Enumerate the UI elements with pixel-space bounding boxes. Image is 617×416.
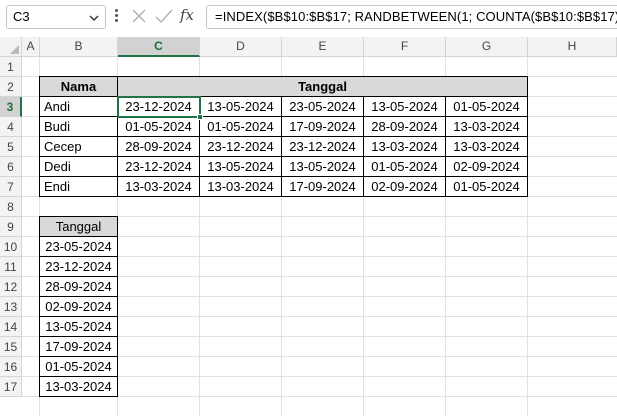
row-header-16[interactable]: 16 <box>0 357 22 377</box>
column-header-d[interactable]: D <box>200 37 282 57</box>
cell-f3-date[interactable]: 13-05-2024 <box>363 96 446 117</box>
row-header-7[interactable]: 7 <box>0 177 22 197</box>
cell-b7-name[interactable]: Endi <box>39 176 118 197</box>
cell-b9-header-tanggal[interactable]: Tanggal <box>39 216 118 237</box>
cell-e5-date[interactable]: 23-12-2024 <box>281 136 364 157</box>
cell-g4-date[interactable]: 13-03-2024 <box>445 116 528 137</box>
cell-d7-date[interactable]: 13-03-2024 <box>199 176 282 197</box>
cell-c6-date[interactable]: 23-12-2024 <box>117 156 200 177</box>
cell-c2-header-tanggal[interactable]: Tanggal <box>117 76 528 97</box>
cell-f7-date[interactable]: 02-09-2024 <box>363 176 446 197</box>
cell-f6-date[interactable]: 01-05-2024 <box>363 156 446 177</box>
cell-d6-date[interactable]: 13-05-2024 <box>199 156 282 177</box>
row-header-11[interactable]: 11 <box>0 257 22 277</box>
name-box-value: C3 <box>13 9 30 24</box>
cell-b13-date[interactable]: 02-09-2024 <box>39 296 118 317</box>
cell-c4-date[interactable]: 01-05-2024 <box>117 116 200 137</box>
fill-handle[interactable] <box>197 114 203 120</box>
cell-d3-date[interactable]: 13-05-2024 <box>199 96 282 117</box>
row-header-6[interactable]: 6 <box>0 157 22 177</box>
cell-c7-date[interactable]: 13-03-2024 <box>117 176 200 197</box>
cell-b15-date[interactable]: 17-09-2024 <box>39 336 118 357</box>
row-header-10[interactable]: 10 <box>0 237 22 257</box>
column-header-h[interactable]: H <box>528 37 617 57</box>
cell-b5-name[interactable]: Cecep <box>39 136 118 157</box>
row-header-14[interactable]: 14 <box>0 317 22 337</box>
cell-g3-date[interactable]: 01-05-2024 <box>445 96 528 117</box>
select-all-corner[interactable] <box>0 37 22 57</box>
cell-d5-date[interactable]: 23-12-2024 <box>199 136 282 157</box>
chevron-down-icon[interactable] <box>89 14 99 22</box>
cell-b12-date[interactable]: 28-09-2024 <box>39 276 118 297</box>
cell-g5-date[interactable]: 13-03-2024 <box>445 136 528 157</box>
cancel-icon[interactable] <box>131 8 147 24</box>
column-header-e[interactable]: E <box>282 37 364 57</box>
cell-e7-date[interactable]: 17-09-2024 <box>281 176 364 197</box>
row-header-12[interactable]: 12 <box>0 277 22 297</box>
cell-f5-date[interactable]: 13-03-2024 <box>363 136 446 157</box>
cell-b3-name[interactable]: Andi <box>39 96 118 117</box>
column-header-g[interactable]: G <box>446 37 528 57</box>
column-header-a[interactable]: A <box>22 37 40 57</box>
cell-g7-date[interactable]: 01-05-2024 <box>445 176 528 197</box>
cell-b2-header-nama[interactable]: Nama <box>39 76 118 97</box>
row-header-17[interactable]: 17 <box>0 377 22 397</box>
cell-b11-date[interactable]: 23-12-2024 <box>39 256 118 277</box>
column-header-b[interactable]: B <box>40 37 118 57</box>
more-options-icon[interactable] <box>113 9 119 25</box>
cell-d4-date[interactable]: 01-05-2024 <box>199 116 282 137</box>
row-header-8[interactable]: 8 <box>0 197 22 217</box>
cell-b14-date[interactable]: 13-05-2024 <box>39 316 118 337</box>
row-header-2[interactable]: 2 <box>0 77 22 97</box>
cell-b10-date[interactable]: 23-05-2024 <box>39 236 118 257</box>
cell-b6-name[interactable]: Dedi <box>39 156 118 177</box>
formula-bar: C3 fx =INDEX($B$10:$B$17; RANDBETWEEN(1;… <box>0 0 617 37</box>
row-header-1[interactable]: 1 <box>0 57 22 77</box>
cell-b17-date[interactable]: 13-03-2024 <box>39 376 118 397</box>
cell-c5-date[interactable]: 28-09-2024 <box>117 136 200 157</box>
column-header-f[interactable]: F <box>364 37 446 57</box>
cell-b4-name[interactable]: Budi <box>39 116 118 137</box>
insert-function-icon[interactable]: fx <box>180 6 194 24</box>
cell-b16-date[interactable]: 01-05-2024 <box>39 356 118 377</box>
row-header-13[interactable]: 13 <box>0 297 22 317</box>
cell-f4-date[interactable]: 28-09-2024 <box>363 116 446 137</box>
row-header-9[interactable]: 9 <box>0 217 22 237</box>
cell-e3-date[interactable]: 23-05-2024 <box>281 96 364 117</box>
row-header-3[interactable]: 3 <box>0 97 22 117</box>
formula-input[interactable]: =INDEX($B$10:$B$17; RANDBETWEEN(1; COUNT… <box>206 5 617 29</box>
cell-c3-date[interactable]: 23-12-2024 <box>117 96 200 117</box>
cell-e6-date[interactable]: 13-05-2024 <box>281 156 364 177</box>
spreadsheet-grid[interactable]: ABCDEFGH 1 2 3 4 5 6 7 8 9 10 11 12 13 14 15 16 17 Nama T… <box>0 37 617 416</box>
formula-text: =INDEX($B$10:$B$17; RANDBETWEEN(1; COUNT… <box>215 9 617 24</box>
row-header-5[interactable]: 5 <box>0 137 22 157</box>
row-header-4[interactable]: 4 <box>0 117 22 137</box>
enter-check-icon[interactable] <box>155 8 173 24</box>
name-box[interactable]: C3 <box>6 5 106 29</box>
cell-e4-date[interactable]: 17-09-2024 <box>281 116 364 137</box>
cell-g6-date[interactable]: 02-09-2024 <box>445 156 528 177</box>
column-header-c[interactable]: C <box>118 37 200 57</box>
row-header-15[interactable]: 15 <box>0 337 22 357</box>
